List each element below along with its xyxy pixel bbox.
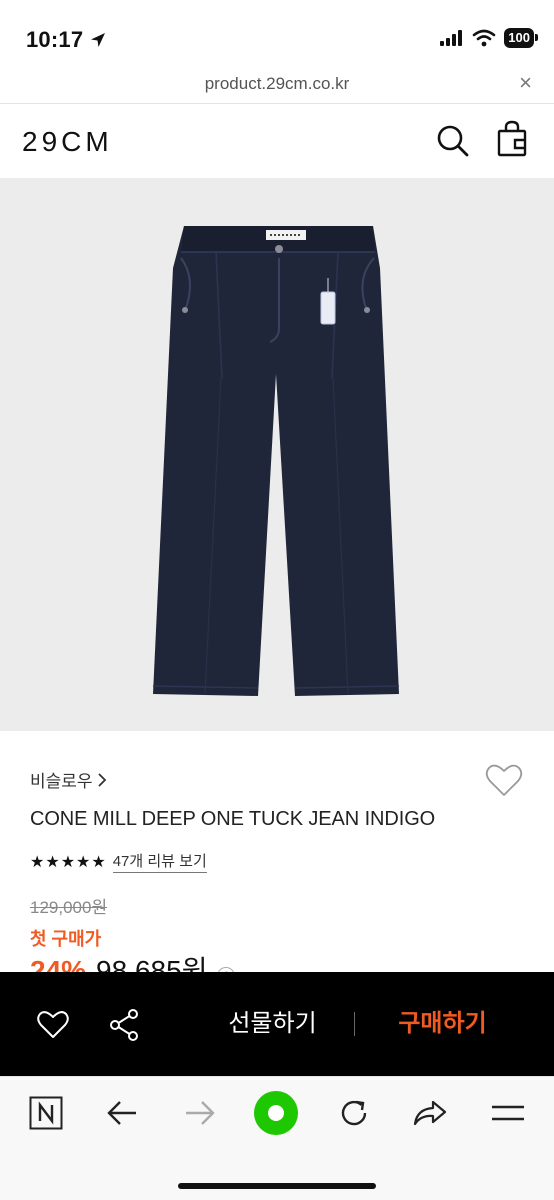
green-dot-icon: [254, 1091, 298, 1135]
forward-arrow-icon: [186, 1101, 215, 1125]
product-name: CONE MILL DEEP ONE TUCK JEAN INDIGO: [30, 808, 436, 830]
menu-button[interactable]: [490, 1095, 526, 1131]
back-arrow-icon: [107, 1101, 136, 1125]
chevron-right-icon: [97, 772, 106, 787]
gift-button[interactable]: 선물하기: [200, 1006, 345, 1042]
location-arrow-icon: [91, 33, 106, 47]
buy-button[interactable]: 구매하기: [370, 1006, 515, 1042]
search-icon[interactable]: [434, 122, 470, 158]
product-image[interactable]: [0, 178, 554, 731]
refresh-icon: [341, 1100, 367, 1126]
home-indicator: [178, 1183, 376, 1189]
brand-name[interactable]: 비슬로우: [30, 767, 93, 792]
status-indicators: 100: [440, 28, 538, 48]
heart-icon[interactable]: [36, 1008, 70, 1040]
forward-button[interactable]: [182, 1095, 218, 1131]
status-time: 10:17: [26, 27, 84, 52]
brand-link[interactable]: 비슬로우: [30, 767, 107, 792]
signal-icon: [440, 30, 463, 46]
url-bar[interactable]: product.29cm.co.kr ×: [0, 64, 554, 104]
button-divider: [354, 1012, 355, 1036]
site-header: 29CM: [0, 104, 554, 178]
back-button[interactable]: [104, 1095, 140, 1131]
shopping-bag-icon[interactable]: [494, 120, 530, 158]
refresh-button[interactable]: [336, 1095, 372, 1131]
share-forward-button[interactable]: [412, 1095, 448, 1131]
wifi-icon: [472, 29, 496, 47]
rating-stars: ★★★★★: [30, 853, 107, 871]
share-icon[interactable]: [108, 1008, 140, 1042]
rating-row: ★★★★★ 47개 리뷰 보기: [30, 850, 207, 873]
status-time-group: 10:17: [26, 27, 107, 53]
close-icon[interactable]: ×: [519, 72, 532, 94]
share-forward-icon: [413, 1100, 447, 1126]
green-dot-button[interactable]: [253, 1090, 299, 1136]
status-bar: 10:17 100: [0, 0, 554, 64]
browser-toolbar: [0, 1076, 554, 1200]
battery-indicator: 100: [504, 28, 538, 48]
naver-n-icon: [29, 1096, 63, 1130]
purchase-bar: 선물하기 구매하기: [0, 972, 554, 1076]
naver-n-button[interactable]: [28, 1095, 64, 1131]
menu-icon: [492, 1105, 524, 1121]
review-link[interactable]: 47개 리뷰 보기: [112, 850, 207, 873]
jeans-image: [152, 226, 400, 696]
url-text[interactable]: product.29cm.co.kr: [0, 74, 554, 94]
original-price: 129,000원: [30, 898, 108, 917]
heart-icon[interactable]: [484, 761, 524, 799]
first-purchase-label: 첫 구매가: [30, 929, 102, 949]
site-logo[interactable]: 29CM: [22, 126, 113, 158]
